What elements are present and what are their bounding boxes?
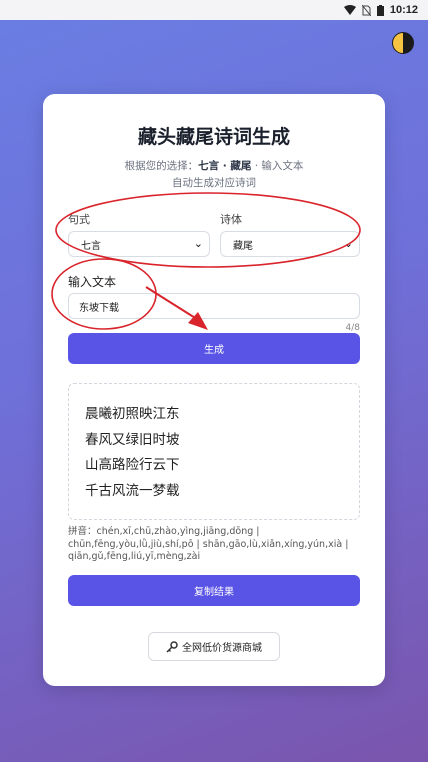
text-input[interactable]: 东坡下载 (68, 293, 360, 319)
page-subtitle: 根据您的选择：七言 · 藏尾 · 输入文本 自动生成对应诗词 (43, 158, 385, 192)
copy-result-button[interactable]: 复制结果 (68, 575, 360, 606)
poem-line: 山高路险行云下 (85, 457, 180, 473)
style-label: 诗体 (220, 213, 242, 226)
char-counter: 4/8 (345, 323, 360, 333)
chevron-down-icon: ⌄ (343, 237, 353, 250)
generate-button[interactable]: 生成 (68, 333, 360, 364)
poem-line: 晨曦初照映江东 (85, 406, 180, 422)
status-bar: 10:12 (0, 0, 428, 20)
key-icon (166, 640, 178, 653)
status-time: 10:12 (389, 4, 418, 16)
style-select[interactable]: 藏尾 ⌄ (220, 231, 360, 257)
text-input-value: 东坡下载 (79, 302, 119, 314)
subtitle-prefix: 根据您的选择： (124, 160, 199, 172)
subtitle-line2: 自动生成对应诗词 (172, 177, 256, 189)
form-select[interactable]: 七言 ⌄ (68, 231, 210, 257)
half-moon-icon[interactable] (392, 32, 414, 54)
poem-line: 春风又绿旧时坡 (85, 431, 180, 448)
subtitle-choice: 七言 · 藏尾 (198, 160, 252, 172)
wifi-icon (343, 5, 356, 15)
input-label: 输入文本 (68, 275, 117, 289)
page-title: 藏头藏尾诗词生成 (137, 126, 290, 148)
result-box: 晨曦初照映江东 春风又绿旧时坡 山高路险行云下 千古风流一梦载 (68, 383, 360, 520)
style-select-value: 藏尾 (233, 240, 253, 252)
generator-card: 藏头藏尾诗词生成 根据您的选择：七言 · 藏尾 · 输入文本 自动生成对应诗词 … (43, 94, 385, 686)
poem-line: 千古风流一梦载 (85, 482, 180, 499)
subtitle-suffix: · 输入文本 (251, 160, 304, 172)
form-select-value: 七言 (81, 240, 101, 252)
form-label: 句式 (68, 213, 90, 226)
chevron-down-icon: ⌄ (193, 237, 203, 250)
pinyin-text: 拼音：chén,xī,chū,zhào,yìng,jiāng,dōng | ch… (68, 526, 349, 562)
battery-icon (376, 4, 384, 16)
store-button[interactable]: 全网低价货源商城 (148, 632, 280, 661)
store-label: 全网低价货源商城 (182, 643, 262, 654)
no-sim-icon (361, 4, 371, 16)
